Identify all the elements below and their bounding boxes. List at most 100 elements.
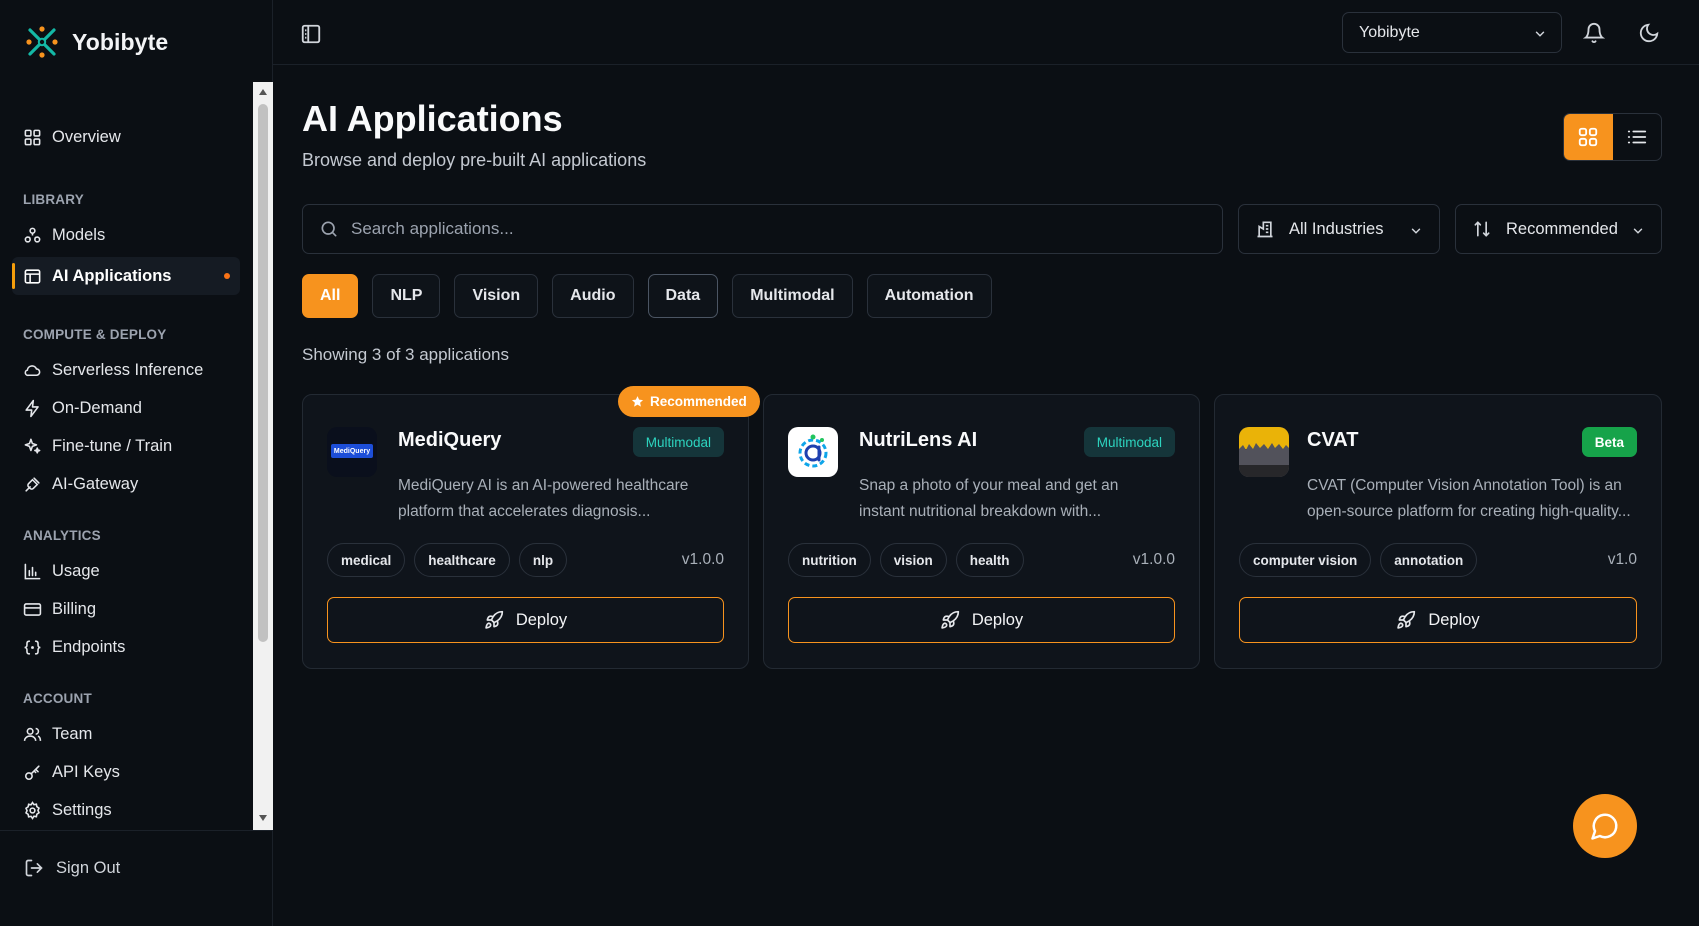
industry-filter-dropdown[interactable]: All Industries	[1238, 204, 1440, 254]
org-selector[interactable]: Yobibyte	[1342, 12, 1562, 53]
star-icon	[631, 395, 644, 408]
app-card-title: CVAT	[1307, 429, 1359, 451]
tag[interactable]: medical	[327, 543, 406, 577]
sidebar-item-label: On-Demand	[52, 398, 142, 417]
tag-list: nutrition vision health	[788, 543, 1024, 577]
sidebar-item-ai-applications[interactable]: AI Applications	[12, 257, 240, 295]
sidebar-scroll-thumb[interactable]	[258, 104, 268, 642]
sort-arrows-icon	[1472, 219, 1492, 239]
chevron-down-icon	[1409, 224, 1423, 238]
tag[interactable]: vision	[879, 543, 947, 577]
deploy-button[interactable]: Deploy	[1239, 597, 1637, 643]
view-mode-toggle	[1563, 113, 1662, 161]
sidebar-item-label: Overview	[52, 127, 121, 146]
app-window-icon	[23, 267, 42, 286]
filter-chip-data[interactable]: Data	[647, 274, 719, 318]
sign-out-button[interactable]: Sign Out	[24, 858, 120, 878]
sidebar-item-label: Fine-tune / Train	[52, 436, 173, 455]
filter-chip-vision[interactable]: Vision	[454, 274, 539, 318]
description-line: instant nutritional breakdown with...	[859, 503, 1102, 520]
sidebar-item-team[interactable]: Team	[12, 715, 240, 753]
chat-bubble-icon	[1590, 811, 1620, 841]
scroll-up-arrow-icon[interactable]	[258, 88, 268, 98]
chevron-down-icon	[1533, 27, 1547, 41]
search-input[interactable]	[351, 219, 1211, 239]
section-analytics: ANALYTICS	[23, 528, 101, 543]
scroll-down-arrow-icon[interactable]	[258, 814, 268, 824]
chevron-down-icon	[1631, 224, 1645, 238]
filter-chip-all[interactable]: All	[302, 274, 359, 318]
yobibyte-logo-icon	[24, 24, 60, 60]
tag[interactable]: nlp	[518, 543, 568, 577]
section-library: LIBRARY	[23, 192, 84, 207]
status-badge: Beta	[1581, 427, 1637, 457]
sidebar-item-api-keys[interactable]: API Keys	[12, 753, 240, 791]
app-card-cvat[interactable]: CVAT Beta CVAT (Computer Vision Annotati…	[1214, 394, 1662, 669]
tag[interactable]: annotation	[1380, 543, 1478, 577]
recommended-badge: Recommended	[618, 386, 760, 417]
org-name: Yobibyte	[1359, 23, 1420, 41]
sidebar-item-usage[interactable]: Usage	[12, 552, 240, 590]
tag[interactable]: nutrition	[788, 543, 871, 577]
filter-chip-audio[interactable]: Audio	[552, 274, 634, 318]
page-subtitle: Browse and deploy pre-built AI applicati…	[302, 150, 647, 170]
overview-icon	[23, 128, 42, 147]
code-braces-icon	[23, 638, 42, 657]
filter-chip-multimodal[interactable]: Multimodal	[732, 274, 853, 318]
deploy-label: Deploy	[971, 610, 1024, 629]
sidebar-item-gateway[interactable]: AI-Gateway	[12, 465, 240, 503]
list-view-button[interactable]	[1613, 114, 1662, 160]
tag[interactable]: health	[955, 543, 1024, 577]
sort-dropdown[interactable]: Recommended	[1455, 204, 1662, 254]
section-account: ACCOUNT	[23, 691, 92, 706]
sidebar-item-on-demand[interactable]: On-Demand	[12, 389, 240, 427]
active-dot	[224, 273, 230, 279]
tag[interactable]: healthcare	[414, 543, 510, 577]
grid-view-button[interactable]	[1564, 114, 1613, 160]
tag-list: medical healthcare nlp	[327, 543, 568, 577]
gear-icon	[23, 800, 42, 820]
tag[interactable]: computer vision	[1239, 543, 1372, 577]
notifications-bell-icon[interactable]	[1583, 22, 1605, 44]
app-card-mediquery[interactable]: MediQuery MediQuery Multimodal MediQuery…	[302, 394, 749, 669]
deploy-button[interactable]: Deploy	[327, 597, 724, 643]
sidebar-nav: Overview LIBRARY Models AI Applications …	[0, 82, 273, 830]
sidebar-item-endpoints[interactable]: Endpoints	[12, 628, 240, 666]
results-count: Showing 3 of 3 applications	[302, 345, 509, 364]
sidebar-toggle-button[interactable]	[300, 23, 322, 45]
list-icon	[1627, 130, 1646, 144]
filter-chip-nlp[interactable]: NLP	[372, 274, 441, 318]
sidebar-item-settings[interactable]: Settings	[12, 791, 240, 829]
sidebar-item-label: Billing	[52, 599, 97, 618]
filter-chip-automation[interactable]: Automation	[866, 274, 992, 318]
sidebar-item-label: Serverless Inference	[52, 360, 204, 379]
sidebar-item-billing[interactable]: Billing	[12, 590, 240, 628]
lightning-icon	[23, 399, 42, 418]
sidebar-item-models[interactable]: Models	[12, 216, 240, 254]
app-card-nutrilens[interactable]: NutriLens AI Multimodal Snap a photo of …	[763, 394, 1200, 669]
nutrilens-logo	[788, 427, 838, 477]
theme-moon-icon[interactable]	[1638, 22, 1660, 44]
sidebar-item-label: Usage	[52, 561, 100, 580]
industry-filter-label: All Industries	[1289, 219, 1384, 238]
version-label: v1.0.0	[1132, 551, 1175, 568]
deploy-button[interactable]: Deploy	[788, 597, 1175, 643]
deploy-label: Deploy	[1428, 610, 1480, 629]
sidebar-item-serverless[interactable]: Serverless Inference	[12, 351, 240, 389]
category-badge: Multimodal	[632, 427, 724, 457]
deploy-label: Deploy	[515, 610, 568, 629]
chat-button[interactable]	[1573, 794, 1637, 858]
sidebar-item-overview[interactable]: Overview	[12, 118, 240, 156]
rocket-icon	[484, 610, 504, 630]
sidebar-item-finetune[interactable]: Fine-tune / Train	[12, 427, 240, 465]
sparkles-icon	[23, 437, 42, 456]
description-line: Snap a photo of your meal and get an	[859, 477, 1119, 494]
brand[interactable]: Yobibyte	[24, 24, 168, 60]
sidebar: Yobibyte Overview LIBRARY Models AI Appl…	[0, 0, 273, 926]
cloud-icon	[23, 361, 42, 380]
brand-name: Yobibyte	[72, 28, 169, 55]
log-out-icon	[24, 858, 44, 878]
mediquery-logo: MediQuery	[327, 427, 377, 477]
sidebar-divider	[0, 830, 273, 831]
app-card-description: Snap a photo of your meal and get an ins…	[859, 473, 1118, 525]
